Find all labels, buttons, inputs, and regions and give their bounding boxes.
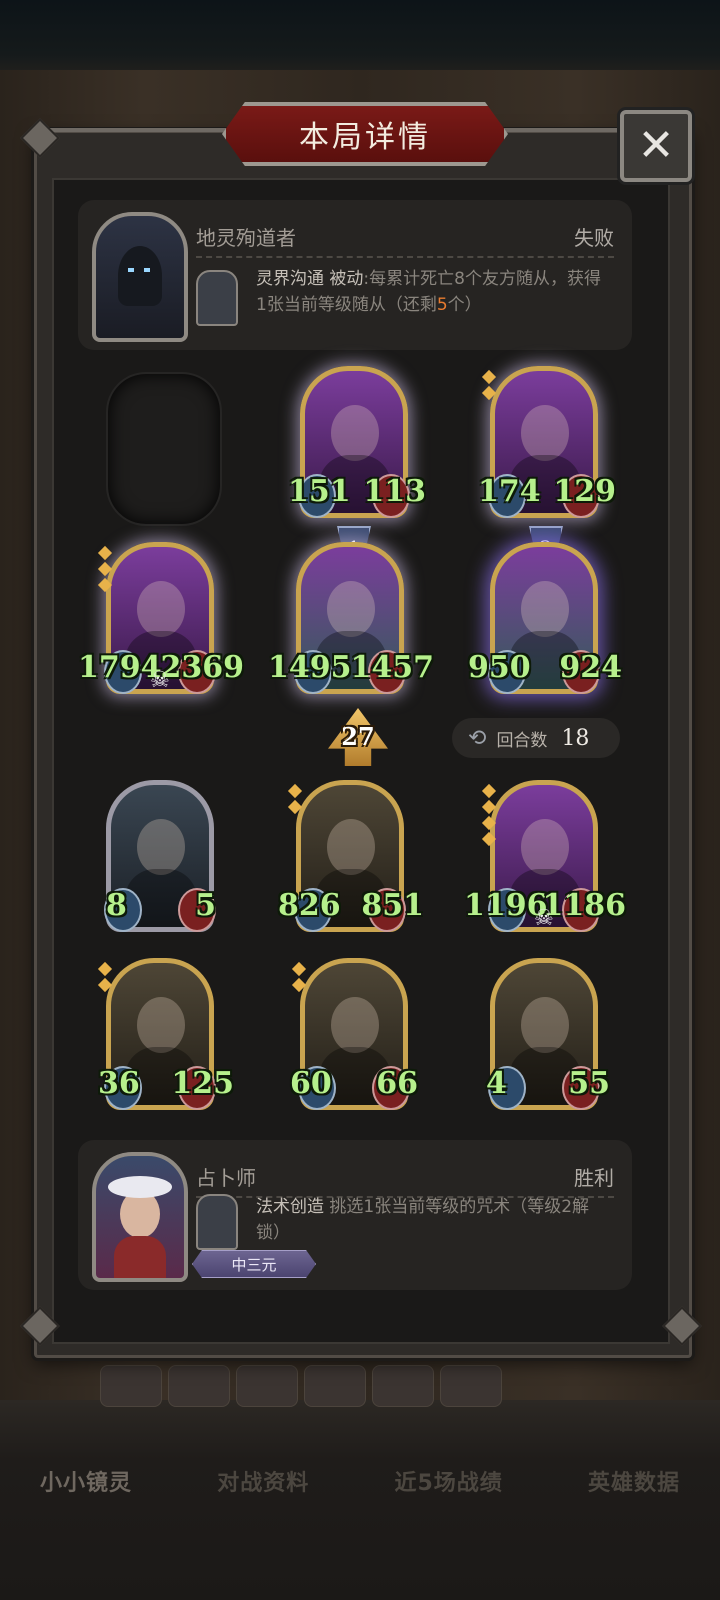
skull-icon: ☠ <box>534 906 554 931</box>
minion-card[interactable]: 174 129 <box>478 366 616 526</box>
minion-health: 66 <box>376 1066 418 1101</box>
tab-battle-info[interactable]: 对战资料 <box>217 1465 309 1497</box>
empty-minion-slot <box>106 372 222 526</box>
title-plate: 本局详情 <box>222 102 508 166</box>
spell-card-icon[interactable] <box>196 1194 238 1250</box>
opponent-panel: 地灵殉道者 失败 灵界沟通 被动:每累计死亡8个友方随从，获得1张当前等级随从（… <box>78 200 632 350</box>
minion-attack: 950 <box>468 650 531 685</box>
player-skill: 法术创造 挑选1张当前等级的咒术（等级2解锁） <box>256 1194 606 1246</box>
opponent-skill: 灵界沟通 被动:每累计死亡8个友方随从，获得1张当前等级随从（还剩5个） <box>256 266 606 318</box>
tab-recent-matches[interactable]: 近5场战绩 <box>394 1465 502 1497</box>
minion-health: 851 <box>361 888 424 923</box>
cycle-icon: ⟲ <box>468 725 487 751</box>
tab-mirror[interactable]: 小小镜灵 <box>40 1465 132 1497</box>
minion-attack: 8 <box>106 888 127 923</box>
opponent-avatar[interactable] <box>92 212 188 342</box>
minion-card[interactable]: 950 924 <box>468 542 622 702</box>
minion-card[interactable]: 1794 2369 ☠ <box>78 542 244 702</box>
minion-health: 1457 <box>350 650 435 685</box>
minion-card[interactable]: 826 851 <box>278 780 424 940</box>
dialog-title: 本局详情 <box>299 120 431 155</box>
skill-desc: 个） <box>447 295 482 315</box>
round-label: 回合数 <box>496 730 548 751</box>
minion-health: 924 <box>559 650 622 685</box>
minion-health: 55 <box>568 1066 610 1101</box>
star-rank <box>481 783 497 850</box>
skill-type: 被动 <box>329 269 364 289</box>
minion-attack: 60 <box>290 1066 332 1101</box>
player-panel: 占卜师 胜利 法术创造 挑选1张当前等级的咒术（等级2解锁） 中三元 <box>78 1140 632 1290</box>
tavern-tier: 27 <box>341 722 375 751</box>
close-icon: ✕ <box>637 120 675 171</box>
minion-health: 5 <box>195 888 216 923</box>
minion-card[interactable]: 4 55 <box>484 958 610 1118</box>
minion-card[interactable]: 60 66 <box>290 958 418 1118</box>
minion-card[interactable]: 151 113 <box>288 366 426 526</box>
background-card-strip <box>100 1365 540 1407</box>
minion-health: 129 <box>553 474 616 509</box>
minion-attack: 174 <box>478 474 541 509</box>
skill-remaining: 5 <box>436 295 448 315</box>
star-rank <box>97 961 113 996</box>
minion-card[interactable]: 36 125 <box>97 958 234 1118</box>
close-button[interactable]: ✕ <box>620 110 692 182</box>
player-badge: 中三元 <box>192 1250 316 1278</box>
minion-attack: 4 <box>486 1066 507 1101</box>
minion-health: 2369 <box>160 650 245 685</box>
minion-attack: 151 <box>288 474 351 509</box>
minion-card[interactable]: 1196 1186 ☠ <box>464 780 626 940</box>
minion-card[interactable]: 1495 1457 <box>268 542 434 702</box>
star-rank <box>481 369 497 404</box>
skill-name: 法术创造 <box>256 1197 324 1217</box>
star-rank <box>97 545 113 596</box>
skull-icon: ☠ <box>150 668 170 693</box>
opponent-result: 失败 <box>574 226 614 250</box>
divider <box>196 256 614 258</box>
skill-name: 灵界沟通 <box>256 269 324 289</box>
hero-power-icon[interactable] <box>196 270 238 326</box>
minion-attack: 36 <box>98 1066 140 1101</box>
skill-count: 8 <box>454 269 465 289</box>
bottom-tab-bar: 小小镜灵 对战资料 近5场战绩 英雄数据 <box>40 1465 680 1497</box>
minion-health: 125 <box>171 1066 234 1101</box>
skill-desc: :每累计死亡 <box>363 269 455 289</box>
player-avatar[interactable] <box>92 1152 188 1282</box>
minion-health: 113 <box>363 474 426 509</box>
minion-health: 1186 <box>542 888 627 923</box>
minion-attack: 1794 <box>78 650 162 685</box>
tab-hero-data[interactable]: 英雄数据 <box>588 1465 680 1497</box>
minion-card[interactable]: 8 5 <box>100 780 220 940</box>
opponent-name: 地灵殉道者 <box>196 226 296 250</box>
player-name: 占卜师 <box>196 1166 256 1190</box>
player-result: 胜利 <box>574 1166 614 1190</box>
minion-attack: 1495 <box>268 650 352 685</box>
round-value: 18 <box>561 725 590 751</box>
minion-attack: 826 <box>278 888 341 923</box>
round-counter: ⟲ 回合数 18 <box>452 718 620 758</box>
bottom-area <box>0 1400 720 1600</box>
star-rank <box>291 961 307 996</box>
star-rank <box>287 783 303 818</box>
